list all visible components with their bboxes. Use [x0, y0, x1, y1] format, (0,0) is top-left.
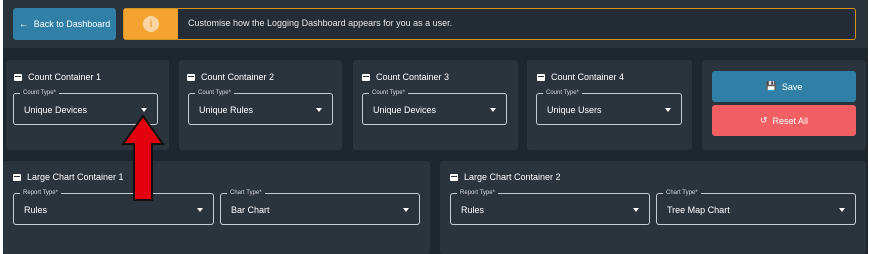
count-container-1-title-text: Count Container 1 — [28, 72, 102, 82]
arrow-left-icon: ← — [18, 18, 29, 30]
large-chart-container-1: Large Chart Container 1 Report Type* Rul… — [3, 161, 430, 254]
count-container-4-title: Count Container 4 — [537, 72, 624, 82]
chart-type-value: Bar Chart — [231, 205, 270, 215]
count-container-2-title: Count Container 2 — [187, 72, 274, 82]
large-chart-container-2: Large Chart Container 2 Report Type* Rul… — [440, 161, 866, 254]
chevron-down-icon[interactable] — [665, 108, 671, 112]
count-type-value: Unique Rules — [199, 105, 254, 115]
chevron-down-icon[interactable] — [490, 108, 496, 112]
chevron-down-icon[interactable] — [839, 208, 845, 212]
chart-type-select-1[interactable]: Chart Type* Bar Chart — [220, 189, 420, 225]
chevron-down-icon[interactable] — [141, 108, 147, 112]
save-icon: 💾 — [765, 81, 777, 91]
chart-type-value: Tree Map Chart — [667, 205, 730, 215]
info-icon: i — [143, 16, 159, 32]
report-type-value: Rules — [461, 205, 485, 215]
reset-button-label: Reset All — [772, 115, 809, 126]
large-chart-container-2-title-text: Large Chart Container 2 — [464, 172, 561, 182]
widget-icon — [537, 73, 545, 81]
widget-icon — [450, 173, 458, 181]
report-type-select-2[interactable]: Report Type* Rules — [450, 189, 650, 225]
large-chart-container-2-title: Large Chart Container 2 — [450, 172, 561, 182]
chart-type-select-2[interactable]: Chart Type* Tree Map Chart — [656, 189, 856, 225]
reset-all-button[interactable]: ↺ Reset All — [712, 105, 856, 136]
info-message: Customise how the Logging Dashboard appe… — [188, 18, 453, 28]
chart-type-label: Chart Type* — [663, 189, 701, 198]
back-button-label: Back to Dashboard — [33, 19, 111, 29]
widget-icon — [362, 73, 370, 81]
save-button[interactable]: 💾 Save — [712, 71, 856, 102]
chevron-down-icon[interactable] — [316, 108, 322, 112]
count-container-1-title: Count Container 1 — [14, 72, 101, 82]
large-chart-container-1-title: Large Chart Container 1 — [13, 172, 124, 182]
count-container-2: Count Container 2 Count Type* Unique Rul… — [179, 60, 342, 150]
count-container-4: Count Container 4 Count Type* Unique Use… — [527, 60, 692, 150]
count-container-2-title-text: Count Container 2 — [201, 72, 275, 82]
chevron-down-icon[interactable] — [197, 208, 203, 212]
widget-icon — [187, 73, 195, 81]
count-type-select-3[interactable]: Count Type* Unique Devices — [362, 89, 507, 125]
count-container-3: Count Container 3 Count Type* Unique Dev… — [353, 60, 518, 150]
chevron-down-icon[interactable] — [633, 208, 639, 212]
count-type-label: Count Type* — [195, 89, 234, 98]
large-chart-container-1-title-text: Large Chart Container 1 — [27, 172, 124, 182]
count-type-label: Count Type* — [20, 89, 59, 98]
report-type-label: Report Type* — [457, 189, 498, 198]
reset-icon: ↺ — [759, 115, 768, 125]
count-container-3-title-text: Count Container 3 — [376, 72, 450, 82]
count-type-select-2[interactable]: Count Type* Unique Rules — [188, 89, 333, 125]
count-type-value: Unique Users — [547, 105, 602, 115]
info-banner: i Customise how the Logging Dashboard ap… — [123, 8, 856, 40]
save-button-label: Save — [781, 81, 803, 92]
count-type-select-4[interactable]: Count Type* Unique Users — [536, 89, 682, 125]
report-type-label: Report Type* — [20, 189, 61, 198]
info-icon-box: i — [124, 9, 178, 39]
annotation-arrow-icon — [121, 114, 165, 201]
count-type-label: Count Type* — [543, 89, 582, 98]
count-container-4-title-text: Count Container 4 — [551, 72, 625, 82]
chart-type-label: Chart Type* — [227, 189, 265, 198]
widget-icon — [14, 73, 22, 81]
report-type-value: Rules — [24, 205, 48, 215]
count-type-value: Unique Devices — [373, 105, 437, 115]
chevron-down-icon[interactable] — [403, 208, 409, 212]
count-type-value: Unique Devices — [24, 105, 88, 115]
count-type-label: Count Type* — [369, 89, 408, 98]
count-container-3-title: Count Container 3 — [362, 72, 449, 82]
widget-icon — [13, 173, 21, 181]
report-type-select-1[interactable]: Report Type* Rules — [13, 189, 214, 225]
back-to-dashboard-button[interactable]: ← Back to Dashboard — [13, 8, 116, 40]
